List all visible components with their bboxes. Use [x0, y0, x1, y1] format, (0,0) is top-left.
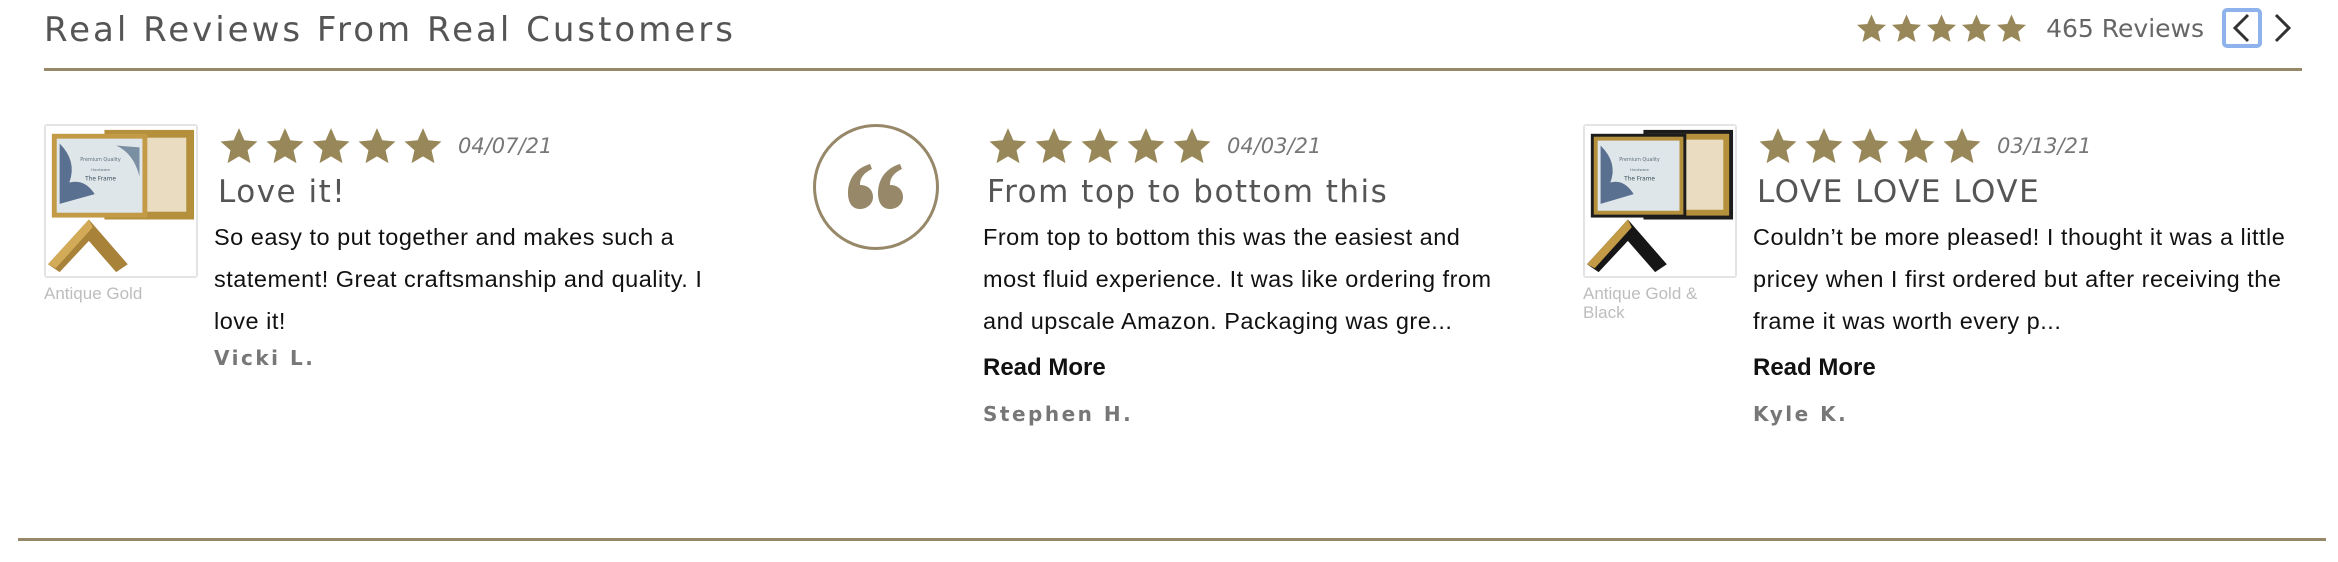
review-body: From top to bottom this was the easiest … [983, 224, 1492, 334]
star-icon [402, 125, 444, 167]
read-more-link[interactable]: Read More [983, 354, 1523, 384]
chevron-left-icon [2232, 13, 2250, 43]
star-icon [1757, 125, 1799, 167]
review-date: 03/13/21 [1997, 134, 2092, 158]
review-date: 04/07/21 [458, 134, 553, 158]
star-icon [1890, 12, 1923, 45]
review-body: So easy to put together and makes such a… [214, 224, 703, 334]
star-icon [1079, 125, 1121, 167]
review-rating: 04/07/21 [214, 124, 754, 168]
star-icon [1849, 125, 1891, 167]
product-name: Antique Gold & Black [1583, 284, 1698, 322]
star-icon [310, 125, 352, 167]
review-content: 04/07/21 Love it! So easy to put togethe… [214, 124, 754, 370]
star-icon [1895, 125, 1937, 167]
image-text: Premium Quality [1619, 157, 1660, 163]
review-author: Stephen H. [983, 402, 1134, 426]
review-rating: 04/03/21 [983, 124, 1523, 168]
review-title: From top to bottom this [987, 174, 1389, 210]
review-body: Couldn’t be more pleased! I thought it w… [1753, 224, 2286, 334]
star-icon [1960, 12, 1993, 45]
star-icon [1941, 125, 1983, 167]
star-icon [1995, 12, 2028, 45]
reviews-header: Real Reviews From Real Customers 465 Rev… [44, 0, 2302, 71]
image-text: The Frame [84, 177, 116, 183]
star-icon [264, 125, 306, 167]
star-icon [1033, 125, 1075, 167]
review-title: Love it! [218, 174, 347, 210]
star-icon [1925, 12, 1958, 45]
image-text: Premium Quality [80, 157, 121, 163]
product-name: Antique Gold [44, 284, 143, 303]
section-title: Real Reviews From Real Customers [44, 10, 736, 50]
image-text: The Frame [1623, 177, 1655, 183]
rating-summary: 465 Reviews [1855, 4, 2302, 52]
star-icon [1803, 125, 1845, 167]
star-icon [987, 125, 1029, 167]
review-stars [218, 125, 444, 167]
frame-product-image: Premium Quality Hardware The Frame [46, 126, 196, 276]
review-date: 04/03/21 [1227, 134, 1322, 158]
chevron-right-icon [2274, 13, 2292, 43]
star-icon [1125, 125, 1167, 167]
review-content: 03/13/21 LOVE LOVE LOVE Couldn’t be more… [1753, 124, 2293, 426]
star-icon [218, 125, 260, 167]
review-author: Vicki L. [214, 346, 316, 370]
star-icon [1171, 125, 1213, 167]
quote-badge [813, 124, 939, 250]
star-icon [356, 125, 398, 167]
image-text: Hardware [91, 167, 110, 172]
review-count[interactable]: 465 Reviews [2046, 14, 2204, 43]
review-rating: 03/13/21 [1753, 124, 2293, 168]
star-icon [1855, 12, 1888, 45]
frame-product-image: Premium Quality Hardware The Frame [1585, 126, 1735, 276]
review-stars [987, 125, 1213, 167]
product-thumbnail[interactable]: Premium Quality Hardware The Frame [44, 124, 198, 278]
product-thumbnail[interactable]: Premium Quality Hardware The Frame [1583, 124, 1737, 278]
review-author: Kyle K. [1753, 402, 1849, 426]
next-button[interactable] [2262, 8, 2302, 48]
overall-rating-stars [1855, 12, 2028, 45]
previous-button[interactable] [2222, 8, 2262, 48]
image-text: Hardware [1630, 167, 1649, 172]
review-content: 04/03/21 From top to bottom this From to… [983, 124, 1523, 426]
review-stars [1757, 125, 1983, 167]
read-more-link[interactable]: Read More [1753, 354, 2293, 384]
quote-icon [848, 164, 903, 209]
bottom-divider [18, 538, 2326, 541]
review-title: LOVE LOVE LOVE [1757, 174, 2041, 210]
